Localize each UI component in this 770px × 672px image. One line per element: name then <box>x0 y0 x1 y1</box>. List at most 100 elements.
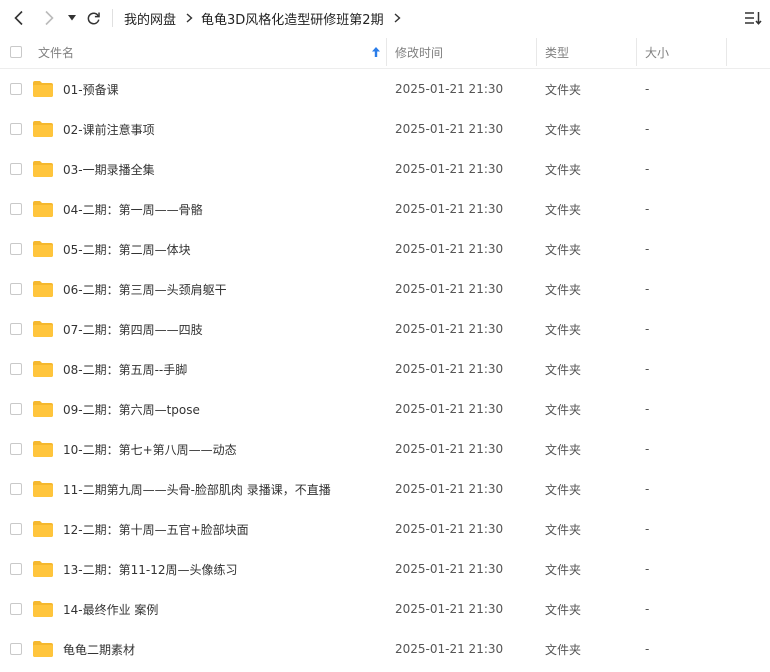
row-checkbox[interactable] <box>10 469 22 509</box>
row-checkbox[interactable] <box>10 69 22 109</box>
file-name: 12-二期：第十周—五官+脸部块面 <box>63 522 249 537</box>
row-checkbox[interactable] <box>10 429 22 469</box>
file-type: 文件夹 <box>545 322 582 337</box>
row-checkbox[interactable] <box>10 149 22 189</box>
file-row[interactable]: 12-二期：第十周—五官+脸部块面 2025-01-21 21:30 文件夹 - <box>0 509 770 549</box>
file-name: 09-二期：第六周—tpose <box>63 402 200 417</box>
file-modified: 2025-01-21 21:30 <box>395 642 504 656</box>
file-name: 01-预备课 <box>63 82 119 97</box>
toolbar: 我的网盘 龟龟3D风格化造型研修班第2期 <box>0 0 770 36</box>
file-name: 02-课前注意事项 <box>63 122 155 137</box>
file-modified: 2025-01-21 21:30 <box>395 282 504 296</box>
file-size: - <box>645 442 650 456</box>
file-name: 13-二期：第11-12周—头像练习 <box>63 562 238 577</box>
folder-icon <box>32 629 54 669</box>
file-row[interactable]: 龟龟二期素材 2025-01-21 21:30 文件夹 - <box>0 629 770 669</box>
row-checkbox[interactable] <box>10 109 22 149</box>
folder-icon <box>32 269 54 309</box>
file-modified: 2025-01-21 21:30 <box>395 202 504 216</box>
file-modified: 2025-01-21 21:30 <box>395 442 504 456</box>
folder-icon <box>32 429 54 469</box>
folder-icon <box>32 109 54 149</box>
file-row[interactable]: 07-二期：第四周——四肢 2025-01-21 21:30 文件夹 - <box>0 309 770 349</box>
row-checkbox[interactable] <box>10 629 22 669</box>
select-all-checkbox[interactable] <box>10 36 22 68</box>
file-row[interactable]: 04-二期：第一周——骨骼 2025-01-21 21:30 文件夹 - <box>0 189 770 229</box>
toolbar-divider <box>112 0 113 36</box>
file-name: 04-二期：第一周——骨骼 <box>63 202 203 217</box>
row-checkbox[interactable] <box>10 389 22 429</box>
history-dropdown-button[interactable] <box>64 0 80 36</box>
file-row[interactable]: 02-课前注意事项 2025-01-21 21:30 文件夹 - <box>0 109 770 149</box>
file-modified: 2025-01-21 21:30 <box>395 602 504 616</box>
file-row[interactable]: 11-二期第九周——头骨-脸部肌肉 录播课，不直播 2025-01-21 21:… <box>0 469 770 509</box>
file-type: 文件夹 <box>545 522 582 537</box>
file-row[interactable]: 13-二期：第11-12周—头像练习 2025-01-21 21:30 文件夹 … <box>0 549 770 589</box>
row-checkbox[interactable] <box>10 509 22 549</box>
file-modified: 2025-01-21 21:30 <box>395 482 504 496</box>
file-row[interactable]: 08-二期：第五周--手脚 2025-01-21 21:30 文件夹 - <box>0 349 770 389</box>
file-type: 文件夹 <box>545 202 582 217</box>
file-size: - <box>645 642 650 656</box>
folder-icon <box>32 189 54 229</box>
file-row[interactable]: 01-预备课 2025-01-21 21:30 文件夹 - <box>0 69 770 109</box>
file-name: 龟龟二期素材 <box>63 642 136 657</box>
column-header-size-label: 大小 <box>645 45 670 60</box>
chevron-right-icon <box>186 13 193 23</box>
file-type: 文件夹 <box>545 442 582 457</box>
file-row[interactable]: 10-二期：第七+第八周——动态 2025-01-21 21:30 文件夹 - <box>0 429 770 469</box>
row-checkbox[interactable] <box>10 349 22 389</box>
file-name: 10-二期：第七+第八周——动态 <box>63 442 237 457</box>
file-list: 01-预备课 2025-01-21 21:30 文件夹 - 02-课前注意事项 … <box>0 69 770 669</box>
file-modified: 2025-01-21 21:30 <box>395 242 504 256</box>
folder-icon <box>32 229 54 269</box>
file-type: 文件夹 <box>545 482 582 497</box>
column-divider <box>536 38 537 66</box>
file-name: 03-一期录播全集 <box>63 162 155 177</box>
file-size: - <box>645 202 650 216</box>
file-size: - <box>645 162 650 176</box>
row-checkbox[interactable] <box>10 589 22 629</box>
row-checkbox[interactable] <box>10 309 22 349</box>
caret-down-icon <box>68 15 76 21</box>
column-header-size[interactable]: 大小 <box>645 36 669 68</box>
file-size: - <box>645 482 650 496</box>
file-modified: 2025-01-21 21:30 <box>395 322 504 336</box>
file-row[interactable]: 14-最终作业 案例 2025-01-21 21:30 文件夹 - <box>0 589 770 629</box>
file-modified: 2025-01-21 21:30 <box>395 162 504 176</box>
sort-menu-button[interactable] <box>740 0 766 36</box>
file-modified: 2025-01-21 21:30 <box>395 122 504 136</box>
column-divider <box>386 38 387 66</box>
folder-icon <box>32 549 54 589</box>
back-button[interactable] <box>6 0 32 36</box>
breadcrumb-item-current[interactable]: 龟龟3D风格化造型研修班第2期 <box>201 9 384 28</box>
file-size: - <box>645 522 650 536</box>
breadcrumb-item-root[interactable]: 我的网盘 <box>124 9 176 28</box>
file-name: 07-二期：第四周——四肢 <box>63 322 203 337</box>
chevron-right-icon <box>394 13 401 23</box>
file-size: - <box>645 402 650 416</box>
folder-icon <box>32 589 54 629</box>
row-checkbox[interactable] <box>10 229 22 269</box>
folder-icon <box>32 509 54 549</box>
forward-button[interactable] <box>36 0 62 36</box>
file-modified: 2025-01-21 21:30 <box>395 562 504 576</box>
file-row[interactable]: 05-二期：第二周—体块 2025-01-21 21:30 文件夹 - <box>0 229 770 269</box>
file-row[interactable]: 03-一期录播全集 2025-01-21 21:30 文件夹 - <box>0 149 770 189</box>
file-type: 文件夹 <box>545 562 582 577</box>
file-row[interactable]: 09-二期：第六周—tpose 2025-01-21 21:30 文件夹 - <box>0 389 770 429</box>
file-type: 文件夹 <box>545 362 582 377</box>
column-header-modified-label: 修改时间 <box>395 45 444 60</box>
file-type: 文件夹 <box>545 122 582 137</box>
column-header-modified[interactable]: 修改时间 <box>395 36 443 68</box>
file-size: - <box>645 122 650 136</box>
file-list-header: 文件名 修改时间 类型 大小 <box>0 36 770 69</box>
file-size: - <box>645 362 650 376</box>
row-checkbox[interactable] <box>10 549 22 589</box>
file-row[interactable]: 06-二期：第三周—头颈肩躯干 2025-01-21 21:30 文件夹 - <box>0 269 770 309</box>
column-header-name[interactable]: 文件名 <box>38 36 386 68</box>
refresh-button[interactable] <box>82 0 104 36</box>
row-checkbox[interactable] <box>10 269 22 309</box>
column-header-type[interactable]: 类型 <box>545 36 569 68</box>
row-checkbox[interactable] <box>10 189 22 229</box>
